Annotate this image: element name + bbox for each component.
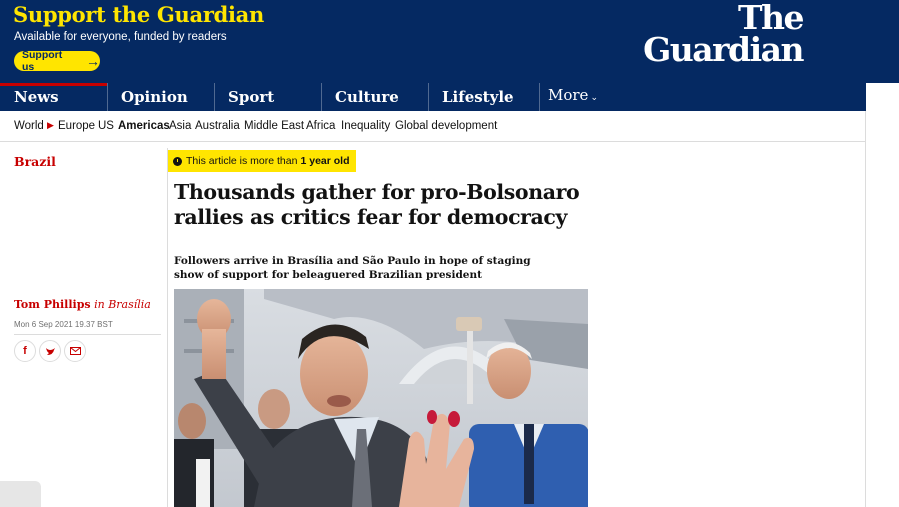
nav-more-label: More <box>548 86 589 104</box>
nav-label: Culture <box>335 88 399 106</box>
share-buttons: f <box>14 340 86 362</box>
primary-nav: News Opinion Sport Culture Lifestyle Mor… <box>0 83 899 111</box>
support-us-label: Support us <box>22 49 63 73</box>
email-share-button[interactable] <box>64 340 86 362</box>
clock-icon <box>173 156 182 166</box>
subnav-item-middle-east[interactable]: Middle East <box>244 120 304 132</box>
guardian-logo[interactable]: The Guardian <box>643 1 804 70</box>
sub-nav: World ▶ Europe US Americas Asia Australi… <box>0 111 866 142</box>
article-standfirst: Followers arrive in Brasília and São Pau… <box>174 255 531 281</box>
nav-item-lifestyle[interactable]: Lifestyle <box>428 83 535 111</box>
publish-date: Mon 6 Sep 2021 19.37 BST <box>14 320 113 329</box>
subnav-item-inequality[interactable]: Inequality <box>341 120 390 132</box>
floating-widget[interactable] <box>0 481 41 507</box>
support-title: Support the Guardian <box>13 2 264 27</box>
support-subtitle: Available for everyone, funded by reader… <box>14 31 227 43</box>
support-us-button[interactable]: Support us → <box>14 49 100 73</box>
subnav-item-us[interactable]: US <box>98 120 114 132</box>
meta-divider <box>14 334 161 335</box>
subnav-item-world[interactable]: World <box>14 120 44 132</box>
article-main-photo[interactable] <box>174 289 588 507</box>
author-location: in Brasília <box>94 298 151 311</box>
subnav-item-europe[interactable]: Europe <box>58 120 95 132</box>
subnav-item-asia[interactable]: Asia <box>169 120 191 132</box>
email-icon <box>69 347 81 355</box>
logo-line-2: Guardian <box>643 30 804 70</box>
article-age-notice: This article is more than 1 year old <box>168 150 356 172</box>
facebook-share-button[interactable]: f <box>14 340 36 362</box>
nav-label: Opinion <box>121 88 188 106</box>
article-headline: Thousands gather for pro-Bolsonaro ralli… <box>174 180 580 229</box>
photo-illustration <box>174 289 588 507</box>
nav-item-opinion[interactable]: Opinion <box>107 83 214 111</box>
left-column-divider <box>167 148 168 507</box>
nav-item-news[interactable]: News <box>0 83 107 111</box>
subnav-item-americas[interactable]: Americas <box>118 120 170 132</box>
facebook-icon: f <box>23 345 27 357</box>
caret-right-icon: ▶ <box>47 121 54 131</box>
nav-more-button[interactable]: More ⌄ <box>539 83 619 111</box>
nav-label: Lifestyle <box>442 88 514 106</box>
nav-right-gutter <box>866 83 899 111</box>
byline: Tom Phillips in Brasília <box>14 298 151 311</box>
arrow-right-icon: → <box>86 53 100 69</box>
twitter-share-button[interactable] <box>39 340 61 362</box>
subnav-item-global-development[interactable]: Global development <box>395 120 497 132</box>
section-label[interactable]: Brazil <box>14 154 56 169</box>
chevron-down-icon: ⌄ <box>590 93 598 103</box>
subnav-item-australia[interactable]: Australia <box>195 120 240 132</box>
nav-item-sport[interactable]: Sport <box>214 83 321 111</box>
nav-label: Sport <box>228 88 275 106</box>
author-link[interactable]: Tom Phillips <box>14 298 91 311</box>
age-notice-text: This article is more than <box>186 155 298 167</box>
age-notice-bold: 1 year old <box>300 155 350 167</box>
nav-label: News <box>14 88 59 106</box>
twitter-icon <box>45 347 55 355</box>
nav-item-culture[interactable]: Culture <box>321 83 428 111</box>
support-banner: Support the Guardian Available for every… <box>0 0 899 83</box>
subnav-item-africa[interactable]: Africa <box>306 120 335 132</box>
